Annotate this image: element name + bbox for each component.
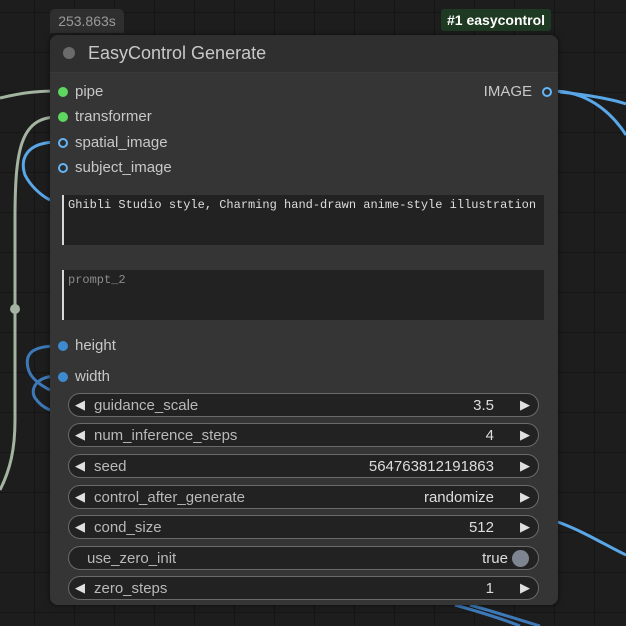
slot-dot-icon [58,341,68,351]
widget-num-inference-steps[interactable]: ◀ num_inference_steps 4 ▶ [68,423,539,447]
input-label: transformer [75,108,152,125]
node-title: EasyControl Generate [88,43,267,63]
toggle-knob-icon[interactable] [512,550,529,567]
easycontrol-generate-node[interactable]: EasyControl Generate pipe transformer sp… [50,35,558,605]
decrement-arrow-icon[interactable]: ◀ [75,458,85,474]
increment-arrow-icon[interactable]: ▶ [520,458,530,474]
decrement-arrow-icon[interactable]: ◀ [75,519,85,535]
increment-arrow-icon[interactable]: ▶ [520,519,530,535]
wire-right-lower [557,520,626,557]
decrement-arrow-icon[interactable]: ◀ [75,580,85,596]
widget-use-zero-init[interactable]: use_zero_init true [68,546,539,570]
slot-ring-icon [58,138,68,148]
widget-value: true [482,550,508,567]
input-slot-subject-image[interactable]: subject_image [58,159,208,177]
input-label: pipe [75,83,104,100]
output-label: IMAGE [483,83,532,100]
widget-name: control_after_generate [94,489,245,506]
widget-control-after-generate[interactable]: ◀ control_after_generate randomize ▶ [68,485,539,509]
widget-guidance-scale[interactable]: ◀ guidance_scale 3.5 ▶ [68,393,539,417]
output-slot-image[interactable]: IMAGE [470,83,552,101]
increment-arrow-icon[interactable]: ▶ [520,397,530,413]
widget-name: seed [94,458,127,475]
widget-name: cond_size [94,519,162,536]
decrement-arrow-icon[interactable]: ◀ [75,427,85,443]
wire-image-out [551,89,626,136]
input-label: subject_image [75,159,172,176]
widget-name: num_inference_steps [94,427,238,444]
slot-ring-icon [58,163,68,173]
prompt-2-textarea[interactable]: prompt_2 [62,270,544,320]
execution-time-badge: 253.863s [50,9,124,33]
input-slot-width[interactable]: width [58,368,208,386]
widget-name: guidance_scale [94,397,199,414]
wire-reroute-dot [10,304,20,314]
decrement-arrow-icon[interactable]: ◀ [75,489,85,505]
input-slot-spatial-image[interactable]: spatial_image [58,134,208,152]
decrement-arrow-icon[interactable]: ◀ [75,397,85,413]
widget-name: zero_steps [94,580,168,597]
widget-value: 564763812191863 [368,458,494,475]
widget-value: 1 [485,580,494,597]
input-slot-height[interactable]: height [58,337,208,355]
widget-name: use_zero_init [87,550,177,567]
wire-bottom-2 [469,603,541,626]
collapse-dot-icon[interactable] [63,47,75,59]
increment-arrow-icon[interactable]: ▶ [520,580,530,596]
slot-ring-icon [542,87,552,97]
input-slot-pipe[interactable]: pipe [58,83,208,101]
widget-value: 512 [468,519,494,536]
widget-zero-steps[interactable]: ◀ zero_steps 1 ▶ [68,576,539,600]
widget-value: 3.5 [473,397,494,414]
widget-seed[interactable]: ◀ seed 564763812191863 ▶ [68,454,539,478]
prompt-textarea[interactable]: Ghibli Studio style, Charming hand-drawn… [62,195,544,245]
increment-arrow-icon[interactable]: ▶ [520,427,530,443]
input-label: height [75,337,116,354]
slot-dot-icon [58,372,68,382]
input-slot-transformer[interactable]: transformer [58,108,208,126]
node-id-badge: #1 easycontrol [441,9,552,31]
widget-value: 4 [485,427,494,444]
slot-dot-icon [58,87,68,97]
slot-dot-icon [58,112,68,122]
input-label: spatial_image [75,134,168,151]
increment-arrow-icon[interactable]: ▶ [520,489,530,505]
input-label: width [75,368,111,385]
widget-value: randomize [423,489,494,506]
node-header[interactable]: EasyControl Generate [50,35,558,73]
widget-cond-size[interactable]: ◀ cond_size 512 ▶ [68,515,539,539]
